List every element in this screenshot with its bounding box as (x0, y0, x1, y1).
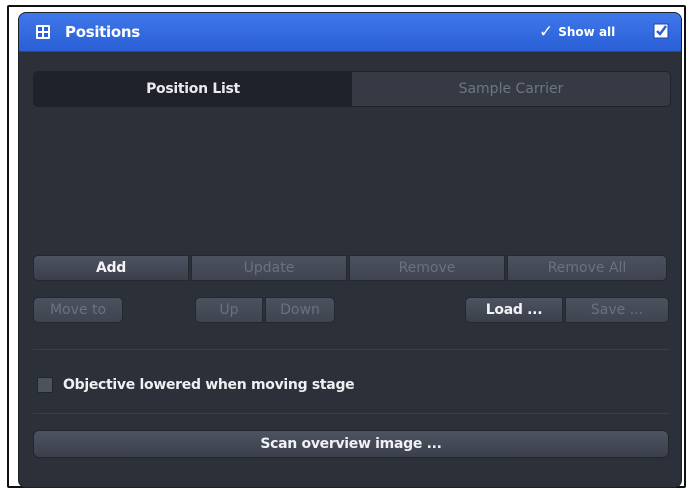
checked-box-icon[interactable] (653, 23, 669, 39)
positions-panel: Positions ✓ Show all Position List Sampl… (18, 12, 682, 488)
up-button[interactable]: Up (195, 297, 263, 323)
objective-lowered-label: Objective lowered when moving stage (63, 377, 355, 393)
move-to-button[interactable]: Move to (33, 297, 123, 323)
section-divider (33, 413, 669, 414)
scan-overview-button[interactable]: Scan overview image ... (33, 430, 669, 458)
load-button[interactable]: Load ... (465, 297, 563, 323)
panel-titlebar: Positions ✓ Show all (19, 13, 681, 52)
update-button[interactable]: Update (191, 255, 347, 281)
load-save-group: Load ... Save ... (465, 297, 669, 323)
move-to-group: Move to (33, 297, 123, 323)
positions-panel-icon (36, 25, 50, 39)
checkmark-icon: ✓ (539, 22, 554, 42)
position-list-area[interactable] (33, 109, 669, 249)
objective-lowered-option[interactable]: Objective lowered when moving stage (37, 377, 355, 393)
down-button[interactable]: Down (265, 297, 335, 323)
tab-sample-carrier[interactable]: Sample Carrier (352, 72, 670, 106)
tab-position-list[interactable]: Position List (34, 72, 352, 106)
show-all-label: Show all (558, 25, 616, 39)
save-button[interactable]: Save ... (565, 297, 669, 323)
objective-lowered-checkbox[interactable] (37, 377, 53, 393)
remove-button[interactable]: Remove (349, 255, 505, 281)
panel-title: Positions (65, 23, 140, 41)
add-button[interactable]: Add (33, 255, 189, 281)
section-divider (33, 349, 669, 350)
list-button-bar: Add Update Remove Remove All (33, 255, 667, 281)
panel-tabs: Position List Sample Carrier (33, 71, 671, 107)
up-down-group: Up Down (195, 297, 335, 323)
remove-all-button[interactable]: Remove All (507, 255, 667, 281)
show-all-toggle[interactable]: ✓ Show all (539, 21, 615, 43)
